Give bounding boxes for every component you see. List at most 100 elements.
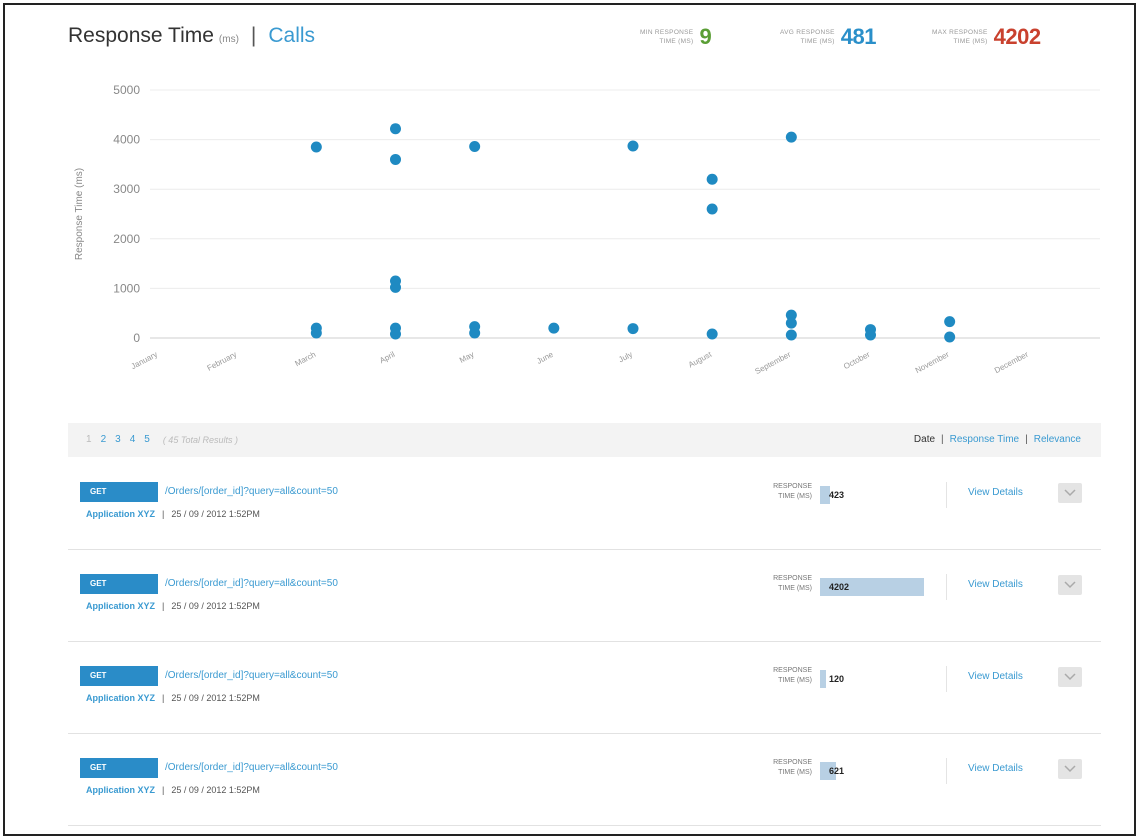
data-point bbox=[390, 123, 401, 135]
data-point bbox=[627, 323, 639, 335]
result-row: GET /Orders/[order_id]?query=all&count=5… bbox=[68, 458, 1101, 550]
meta-separator: | bbox=[162, 509, 165, 519]
application-link[interactable]: Application XYZ bbox=[86, 693, 155, 703]
response-time-value: 423 bbox=[829, 490, 845, 500]
max-response-label: MAX RESPONSE TIME (MS) bbox=[932, 29, 988, 45]
pagination: 1 2 3 4 5 ( 45 Total Results ) bbox=[86, 434, 238, 445]
chevron-down-icon bbox=[1064, 765, 1076, 773]
response-time-value: 120 bbox=[829, 674, 845, 684]
x-tick-label: November bbox=[914, 350, 951, 375]
view-details-link[interactable]: View Details bbox=[968, 487, 1023, 498]
expand-button[interactable] bbox=[1058, 759, 1082, 779]
y-tick-label: 1000 bbox=[113, 281, 140, 295]
min-response-value: 9 bbox=[699, 24, 712, 49]
response-time-bar bbox=[820, 670, 826, 688]
application-link[interactable]: Application XYZ bbox=[86, 785, 155, 795]
timestamp: 25 / 09 / 2012 1:52PM bbox=[171, 785, 260, 795]
chevron-down-icon bbox=[1064, 489, 1076, 497]
view-details-link[interactable]: View Details bbox=[968, 763, 1023, 774]
response-time-meter: 621 bbox=[820, 762, 930, 780]
data-point bbox=[706, 203, 718, 215]
expand-button[interactable] bbox=[1058, 483, 1082, 503]
endpoint-link[interactable]: /Orders/[order_id]?query=all&count=50 bbox=[165, 578, 338, 589]
response-time-label: RESPONSE TIME (MS) bbox=[773, 667, 812, 684]
http-method-badge: GET bbox=[80, 482, 158, 502]
avg-response-value: 481 bbox=[840, 24, 877, 49]
data-point bbox=[469, 141, 481, 153]
view-details-link[interactable]: View Details bbox=[968, 671, 1023, 682]
response-time-meter: 120 bbox=[820, 670, 930, 688]
data-point bbox=[310, 141, 322, 153]
data-point bbox=[548, 322, 560, 334]
data-point bbox=[627, 140, 639, 152]
chevron-down-icon bbox=[1064, 673, 1076, 681]
expand-button[interactable] bbox=[1058, 575, 1082, 595]
page-link-3[interactable]: 3 bbox=[115, 434, 121, 445]
response-time-label: RESPONSE TIME (MS) bbox=[773, 759, 812, 776]
results-toolbar: 1 2 3 4 5 ( 45 Total Results ) Date | Re… bbox=[68, 423, 1101, 457]
divider bbox=[946, 574, 947, 600]
title-unit: (ms) bbox=[218, 34, 239, 45]
title-separator: | bbox=[250, 24, 257, 47]
y-tick-label: 5000 bbox=[113, 83, 140, 97]
page-link-5[interactable]: 5 bbox=[144, 434, 150, 445]
http-method-badge: GET bbox=[80, 666, 158, 686]
sort-date[interactable]: Date bbox=[914, 434, 935, 445]
endpoint-link[interactable]: /Orders/[order_id]?query=all&count=50 bbox=[165, 486, 338, 497]
data-point bbox=[785, 317, 797, 329]
application-link[interactable]: Application XYZ bbox=[86, 509, 155, 519]
sort-relevance[interactable]: Relevance bbox=[1034, 434, 1081, 445]
y-tick-label: 3000 bbox=[113, 182, 140, 196]
response-time-meter: 423 bbox=[820, 486, 930, 504]
application-link[interactable]: Application XYZ bbox=[86, 601, 155, 611]
endpoint-link[interactable]: /Orders/[order_id]?query=all&count=50 bbox=[165, 762, 338, 773]
sort-options: Date | Response Time | Relevance bbox=[914, 434, 1081, 445]
x-tick-label: March bbox=[293, 350, 317, 368]
http-method-badge: GET bbox=[80, 574, 158, 594]
sort-separator: | bbox=[1025, 434, 1028, 445]
data-point bbox=[706, 328, 718, 340]
expand-button[interactable] bbox=[1058, 667, 1082, 687]
x-tick-label: August bbox=[687, 349, 714, 369]
calls-tab-link[interactable]: Calls bbox=[268, 24, 315, 48]
max-response-stat: MAX RESPONSE TIME (MS) 4202 bbox=[932, 24, 1041, 50]
y-axis-label: Response Time (ms) bbox=[74, 168, 85, 260]
row-meta: Application XYZ | 25 / 09 / 2012 1:52PM bbox=[86, 509, 260, 519]
meta-separator: | bbox=[162, 693, 165, 703]
http-method-badge: GET bbox=[80, 758, 158, 778]
data-point bbox=[390, 281, 401, 293]
data-point bbox=[944, 331, 956, 343]
page-link-2[interactable]: 2 bbox=[101, 434, 107, 445]
page-link-1[interactable]: 1 bbox=[86, 434, 92, 445]
endpoint-link[interactable]: /Orders/[order_id]?query=all&count=50 bbox=[165, 670, 338, 681]
y-tick-label: 4000 bbox=[113, 133, 140, 147]
page-link-4[interactable]: 4 bbox=[130, 434, 136, 445]
timestamp: 25 / 09 / 2012 1:52PM bbox=[171, 601, 260, 611]
response-time-value: 4202 bbox=[829, 582, 850, 592]
result-row: GET /Orders/[order_id]?query=all&count=5… bbox=[68, 734, 1101, 826]
total-results: ( 45 Total Results ) bbox=[162, 434, 239, 445]
response-time-label: RESPONSE TIME (MS) bbox=[773, 575, 812, 592]
sort-response-time[interactable]: Response Time bbox=[950, 434, 1019, 445]
row-meta: Application XYZ | 25 / 09 / 2012 1:52PM bbox=[86, 785, 260, 795]
x-tick-label: October bbox=[842, 350, 872, 371]
data-point bbox=[310, 327, 322, 339]
view-details-link[interactable]: View Details bbox=[968, 579, 1023, 590]
data-point bbox=[706, 173, 718, 185]
avg-response-stat: AVG RESPONSE TIME (MS) 481 bbox=[780, 24, 877, 50]
x-tick-label: June bbox=[535, 350, 555, 366]
timestamp: 25 / 09 / 2012 1:52PM bbox=[171, 509, 260, 519]
min-response-stat: MIN RESPONSE TIME (MS) 9 bbox=[640, 24, 712, 50]
x-tick-label: February bbox=[206, 350, 238, 373]
data-point bbox=[785, 131, 797, 143]
response-time-meter: 4202 bbox=[820, 578, 930, 596]
response-time-label: RESPONSE TIME (MS) bbox=[773, 483, 812, 500]
divider bbox=[946, 758, 947, 784]
data-point bbox=[785, 329, 797, 341]
data-point bbox=[865, 329, 876, 341]
result-row: GET /Orders/[order_id]?query=all&count=5… bbox=[68, 550, 1101, 642]
divider bbox=[946, 666, 947, 692]
meta-separator: | bbox=[162, 785, 165, 795]
row-meta: Application XYZ | 25 / 09 / 2012 1:52PM bbox=[86, 693, 260, 703]
result-row: GET /Orders/[order_id]?query=all&count=5… bbox=[68, 642, 1101, 734]
